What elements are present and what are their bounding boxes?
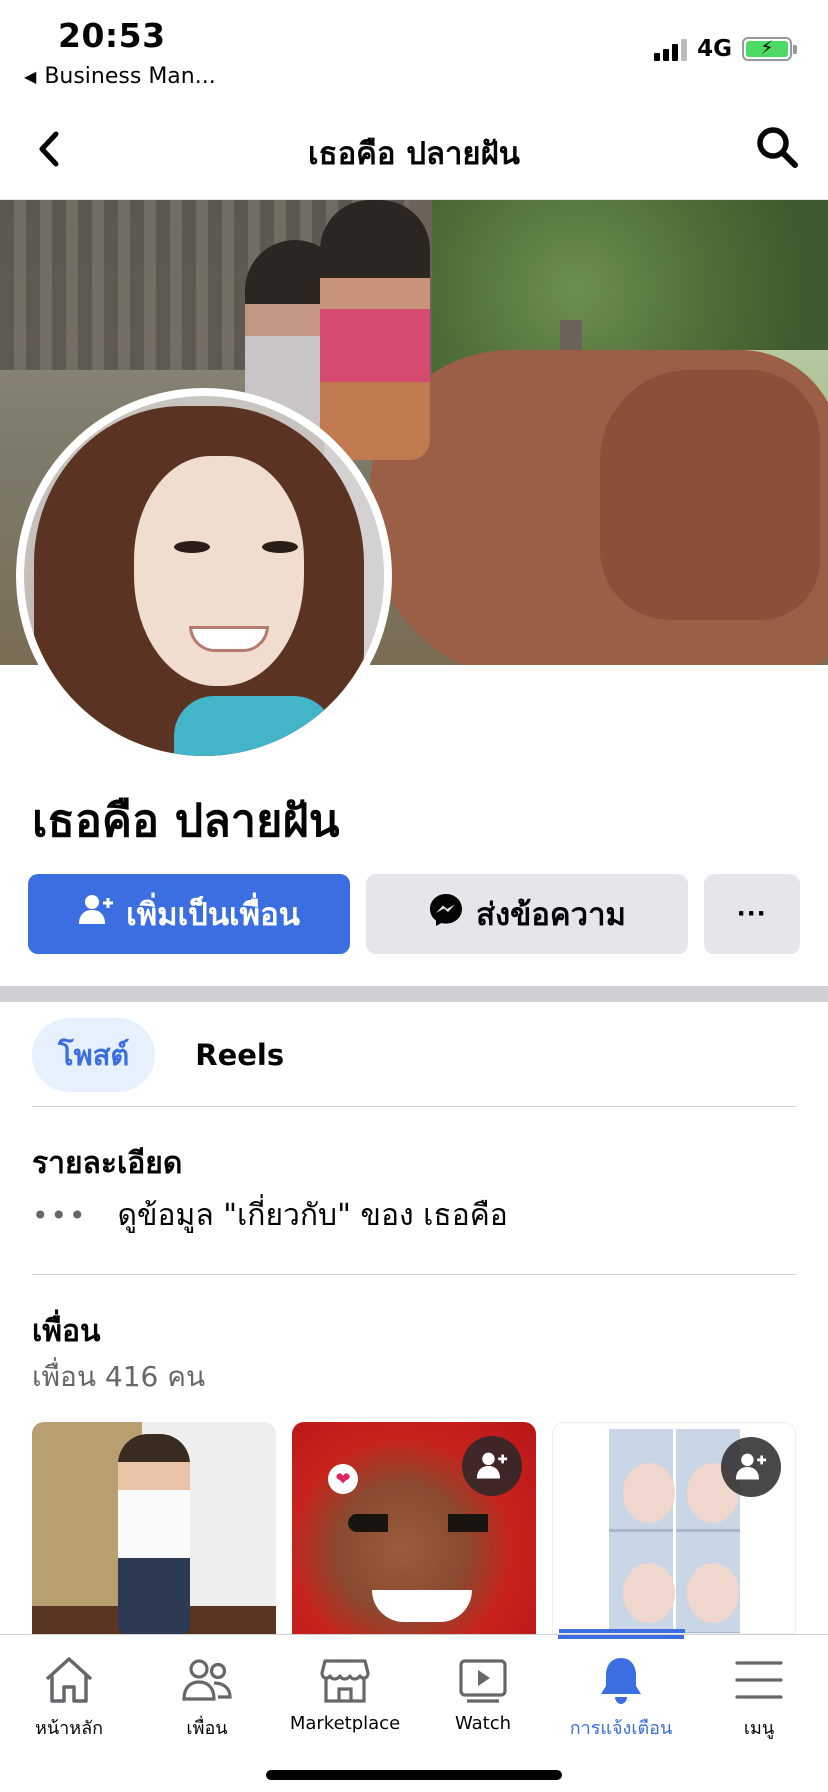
nav-friends[interactable]: เพื่อน [138,1653,276,1742]
signal-icon [654,37,688,61]
nav-menu[interactable]: เมนู [690,1653,828,1742]
friends-title: เพื่อน [32,1314,101,1349]
details-title: รายละเอียด [32,1146,183,1181]
page-title: เธอคือ ปลายฝัน [308,136,520,172]
back-to-app-link[interactable]: ◀ Business Man... [24,64,216,89]
back-triangle-icon: ◀ [24,67,37,86]
network-type: 4G [697,36,732,62]
nav-label: Marketplace [289,1713,401,1734]
menu-icon [732,1653,786,1707]
tab-reels[interactable]: Reels [181,1018,298,1092]
friends-grid: ❤ [32,1422,798,1634]
nav-marketplace[interactable]: Marketplace [276,1653,414,1734]
add-friend-button[interactable]: เพิ่มเป็นเพื่อน [28,874,350,954]
profile-avatar[interactable] [16,388,392,764]
watch-icon [456,1653,510,1707]
tab-posts[interactable]: โพสต์ [32,1018,156,1092]
status-indicators: 4G ⚡ [654,36,797,62]
charging-bolt-icon: ⚡ [760,37,774,59]
friend-card[interactable] [32,1422,276,1634]
active-tab-indicator [558,1635,684,1639]
profile-actions: เพิ่มเป็นเพื่อน ส่งข้อความ ··· [28,874,800,954]
nav-label: เพื่อน [186,1718,228,1739]
add-friend-icon[interactable] [721,1437,781,1497]
friend-card[interactable]: ❤ [292,1422,536,1634]
home-icon [42,1653,96,1707]
home-indicator[interactable] [266,1770,562,1780]
add-friend-icon[interactable] [462,1436,522,1496]
profile-name: เธอคือ ปลายฝัน [32,794,340,847]
nav-label: การแจ้งเตือน [569,1718,673,1739]
friends-icon [180,1653,234,1707]
status-time: 20:53 [58,16,166,55]
profile-header: เธอคือ ปลายฝัน [0,100,828,200]
more-dots-icon: ··· [737,897,767,930]
message-button[interactable]: ส่งข้อความ [366,874,688,954]
friend-card[interactable] [552,1422,796,1634]
divider [32,1106,796,1107]
about-link[interactable]: ••• ดูข้อมูล "เกี่ยวกับ" ของ เธอคือ [32,1192,508,1239]
marketplace-icon [318,1653,372,1707]
more-options-button[interactable]: ··· [704,874,800,954]
nav-label: หน้าหลัก [34,1718,104,1739]
friends-count: เพื่อน 416 คน [32,1360,206,1393]
nav-label: Watch [454,1713,512,1734]
nav-label: เมนู [743,1718,775,1739]
message-label: ส่งข้อความ [476,897,626,932]
add-friend-icon [78,892,114,936]
section-divider [0,986,828,1002]
heart-icon: ❤ [328,1464,358,1494]
add-friend-label: เพิ่มเป็นเพื่อน [126,897,300,932]
about-text: ดูข้อมูล "เกี่ยวกับ" ของ เธอคือ [117,1198,508,1233]
search-icon[interactable] [754,124,800,170]
bell-icon [594,1653,648,1707]
battery-icon: ⚡ [742,37,797,61]
nav-home[interactable]: หน้าหลัก [0,1653,138,1742]
nav-notifications[interactable]: การแจ้งเตือน [552,1653,690,1742]
divider [32,1274,796,1275]
back-app-label: Business Man... [44,64,216,89]
nav-watch[interactable]: Watch [414,1653,552,1734]
messenger-icon [428,892,464,936]
bottom-tab-bar: หน้าหลัก เพื่อน Marketplace Watch การแจ้… [0,1634,828,1792]
profile-tabs: โพสต์ Reels [32,1018,298,1092]
more-dots-icon: ••• [32,1199,88,1232]
status-bar: 20:53 ◀ Business Man... 4G ⚡ [0,0,828,100]
